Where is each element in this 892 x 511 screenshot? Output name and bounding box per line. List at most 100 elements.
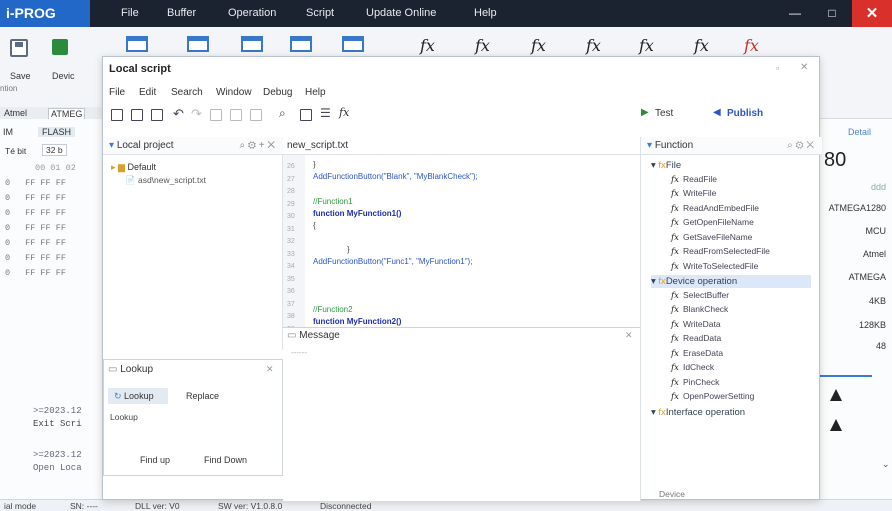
- script-menu-debug[interactable]: Debug: [263, 87, 292, 98]
- function-item[interactable]: fx WriteToSelectedFile: [671, 261, 758, 272]
- test-button[interactable]: Test: [655, 108, 673, 119]
- function-icon-4[interactable]: fx: [586, 36, 601, 55]
- script-menu-help[interactable]: Help: [305, 87, 326, 98]
- function-item-label: SelectBuffer: [682, 289, 730, 300]
- window-close-icon[interactable]: ✕: [800, 62, 808, 73]
- script-menu-edit[interactable]: Edit: [139, 87, 156, 98]
- project-root[interactable]: ▸ ▆ Default: [111, 162, 156, 173]
- cut-icon[interactable]: [210, 109, 222, 121]
- info-value: ATMEGA: [848, 272, 886, 282]
- open-file-icon[interactable]: [131, 109, 143, 121]
- function-group[interactable]: ▾ fxInterface operation: [651, 406, 811, 419]
- function-icon-1[interactable]: fx: [420, 36, 435, 55]
- menu-file[interactable]: File: [121, 0, 139, 27]
- function-item-icon: fx: [671, 377, 679, 388]
- bits-select[interactable]: 32 b: [42, 144, 67, 156]
- code-editor[interactable]: new_script.txt 26 27 28 29 30 31 32 33 34 35 36 37 3…: [283, 137, 640, 353]
- find-up-button[interactable]: Find up: [140, 455, 170, 465]
- menu-help[interactable]: Help: [474, 0, 497, 27]
- toolbar-window-icon-1[interactable]: [126, 36, 148, 52]
- function-icon-2[interactable]: fx: [475, 36, 490, 55]
- close-button[interactable]: ✕: [852, 0, 892, 27]
- function-item[interactable]: fx OpenPowerSetting: [671, 391, 754, 402]
- toolbar-window-icon-3[interactable]: [241, 36, 263, 52]
- function-item[interactable]: fx GetOpenFileName: [671, 217, 754, 228]
- menu-script[interactable]: Script: [306, 0, 334, 27]
- save-icon[interactable]: [151, 109, 163, 121]
- find-down-button[interactable]: Find Down: [204, 455, 247, 465]
- new-file-icon[interactable]: [111, 109, 123, 121]
- pane-actions-icon[interactable]: ⌕ ⚙ + ✕: [240, 137, 276, 155]
- script-menu-search[interactable]: Search: [171, 87, 203, 98]
- progress-divider: [820, 375, 872, 377]
- replace-icon[interactable]: [300, 109, 312, 121]
- function-item[interactable]: fx PinCheck: [671, 377, 719, 388]
- function-item[interactable]: fx SelectBuffer: [671, 290, 729, 301]
- function-group[interactable]: ▾ fxDevice operation: [651, 275, 811, 288]
- function-item[interactable]: fx IdCheck: [671, 362, 714, 373]
- device-label[interactable]: Devic: [52, 71, 75, 81]
- function-item-label: BlankCheck: [682, 304, 729, 314]
- chevron-down-icon[interactable]: ⌄: [882, 459, 890, 470]
- function-icon-6[interactable]: fx: [694, 36, 709, 55]
- function-insert-icon[interactable]: fx: [339, 106, 349, 119]
- script-menu-file[interactable]: File: [109, 87, 125, 98]
- device-icon[interactable]: [52, 39, 68, 55]
- function-item[interactable]: fx ReadData: [671, 333, 721, 344]
- function-item[interactable]: fx ReadFromSelectedFile: [671, 246, 770, 257]
- function-item[interactable]: fx WriteData: [671, 319, 721, 330]
- function-item-icon: fx: [671, 218, 679, 228]
- search-icon[interactable]: ⌕: [279, 106, 286, 121]
- project-file[interactable]: 📄 asd\new_script.txt: [125, 175, 206, 186]
- publish-icon[interactable]: ◀: [713, 107, 721, 118]
- function-icon-7[interactable]: fx: [744, 36, 759, 55]
- copy-icon[interactable]: [230, 109, 242, 121]
- tab-flash[interactable]: FLASH: [38, 127, 76, 137]
- editor-tab[interactable]: new_script.txt: [283, 137, 640, 155]
- function-item[interactable]: fx WriteFile: [671, 188, 716, 199]
- replace-tab[interactable]: Replace: [186, 391, 219, 401]
- function-item[interactable]: fx EraseData: [671, 348, 723, 359]
- menu-operation[interactable]: Operation: [228, 0, 276, 27]
- function-icon-5[interactable]: fx: [639, 36, 654, 55]
- function-group[interactable]: ▾ fxFile: [651, 159, 811, 172]
- function-icon-3[interactable]: fx: [531, 36, 546, 55]
- option-label: ntion: [0, 84, 18, 93]
- toolbar-window-icon-2[interactable]: [187, 36, 209, 52]
- menu-buffer[interactable]: Buffer: [167, 0, 196, 27]
- lookup-tab[interactable]: ↻ Lookup: [108, 388, 168, 404]
- test-icon[interactable]: ▶: [641, 107, 649, 118]
- socket-icon: [830, 389, 842, 401]
- function-item[interactable]: fx GetSaveFileName: [671, 232, 752, 243]
- save-icon[interactable]: [10, 39, 28, 57]
- console-line: >=2023.12: [33, 450, 82, 460]
- publish-button[interactable]: Publish: [727, 108, 763, 119]
- tab-atmel[interactable]: Atmel: [4, 108, 27, 118]
- lookup-field-label: Lookup: [110, 412, 138, 422]
- function-pane-header: ▾ Function ⌕ ⚙ ✕: [641, 137, 822, 155]
- save-label[interactable]: Save: [10, 71, 31, 81]
- redo-icon[interactable]: ↷: [191, 106, 202, 122]
- project-pane-header: ▾ Local project ⌕ ⚙ + ✕: [103, 137, 283, 155]
- console-line: Open Loca: [33, 463, 82, 473]
- maximize-button[interactable]: □: [812, 0, 852, 27]
- undo-icon[interactable]: ↶: [173, 106, 184, 122]
- minimize-button[interactable]: —: [775, 0, 815, 27]
- paste-icon[interactable]: [250, 109, 262, 121]
- list-icon[interactable]: ☰: [320, 106, 331, 120]
- function-item[interactable]: fx BlankCheck: [671, 304, 728, 315]
- tab-im[interactable]: IM: [3, 127, 13, 137]
- toolbar-window-icon-4[interactable]: [290, 36, 312, 52]
- message-close-icon[interactable]: ✕: [625, 330, 633, 341]
- function-pane-actions-icon[interactable]: ⌕ ⚙ ✕: [787, 137, 814, 155]
- function-item[interactable]: fx ReadFile: [671, 174, 717, 185]
- script-menu-window[interactable]: Window: [216, 87, 252, 98]
- function-item[interactable]: fx ReadAndEmbedFile: [671, 203, 759, 214]
- window-restore-icon[interactable]: ▫: [776, 63, 779, 73]
- tab-detail[interactable]: Detail: [848, 127, 871, 137]
- function-item-icon: fx: [671, 247, 679, 257]
- menu-update-online[interactable]: Update Online: [366, 0, 436, 27]
- lookup-close-icon[interactable]: ✕: [266, 364, 274, 375]
- toolbar-window-icon-5[interactable]: [342, 36, 364, 52]
- function-item-icon: fx: [671, 392, 679, 402]
